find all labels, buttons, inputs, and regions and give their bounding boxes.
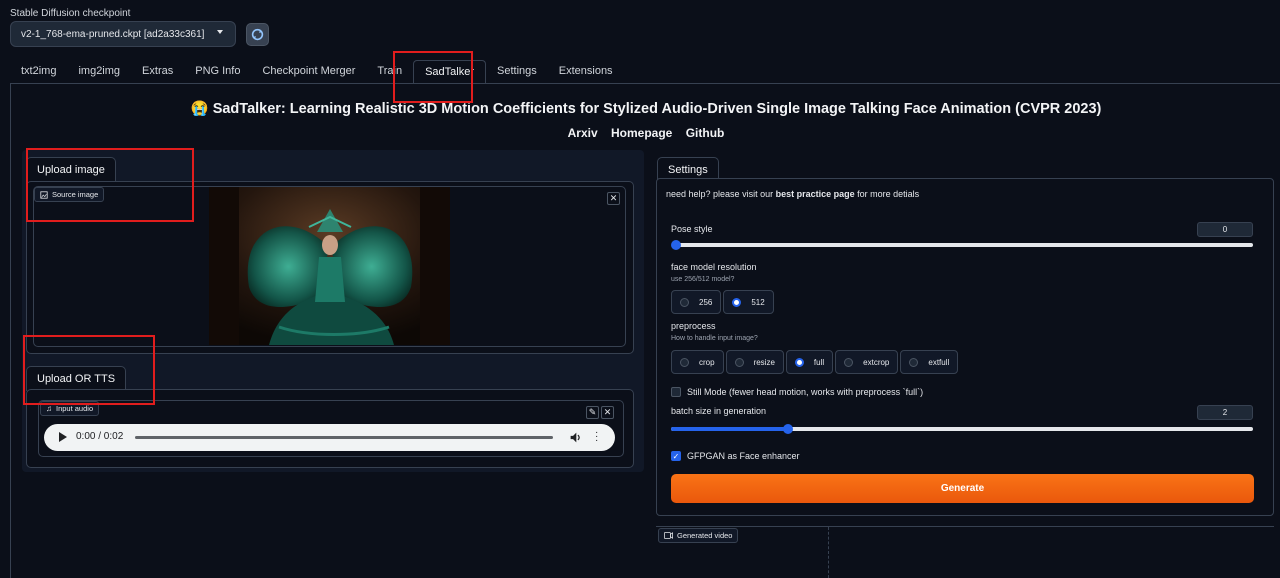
pencil-icon: ✎: [588, 407, 597, 417]
preprocess-hint: How to handle input image?: [671, 335, 758, 342]
preprocess-full-label: full: [813, 357, 825, 367]
face-res-label: face model resolution: [671, 262, 757, 272]
preprocess-crop-label: crop: [699, 357, 715, 367]
header-links: Arxiv Homepage Github: [0, 126, 1280, 140]
preprocess-radio-group: crop resize full extcrop extfull: [671, 350, 959, 374]
best-practice-link[interactable]: best practice page: [776, 189, 855, 199]
generate-button[interactable]: Generate: [671, 474, 1254, 503]
radio-selected-icon: [732, 297, 742, 307]
preprocess-extfull-option[interactable]: extfull: [900, 350, 959, 374]
help-prefix: need help? please visit our: [666, 189, 776, 199]
pose-style-thumb[interactable]: [671, 240, 681, 250]
refresh-checkpoint-button[interactable]: [246, 23, 269, 46]
homepage-link[interactable]: Homepage: [611, 126, 672, 140]
batch-size-thumb[interactable]: [783, 424, 793, 434]
checkpoint-dropdown[interactable]: v2-1_768-ema-pruned.ckpt [ad2a33c361]: [10, 21, 236, 47]
radio-icon: [909, 357, 919, 367]
radio-selected-icon: [794, 357, 804, 367]
tab-txt2img[interactable]: txt2img: [10, 60, 67, 84]
audio-player: 0:00 / 0:02 · · ·: [44, 424, 615, 451]
still-mode-row[interactable]: Still Mode (fewer head motion, works wit…: [671, 387, 923, 397]
help-text: need help? please visit our best practic…: [666, 189, 919, 199]
highlight-sadtalker-tab: [393, 51, 473, 103]
close-icon: ✕: [609, 193, 618, 203]
radio-icon: [844, 357, 854, 367]
gfpgan-label: GFPGAN as Face enhancer: [687, 451, 800, 461]
face-res-hint: use 256/512 model?: [671, 276, 735, 283]
preprocess-crop-option[interactable]: crop: [671, 350, 724, 374]
tab-extras[interactable]: Extras: [131, 60, 184, 84]
face-res-256-label: 256: [699, 297, 713, 307]
radio-icon: [680, 357, 689, 367]
preprocess-extcrop-option[interactable]: extcrop: [835, 350, 899, 374]
preprocess-extfull-label: extfull: [928, 357, 950, 367]
preprocess-extcrop-label: extcrop: [863, 357, 890, 367]
github-link[interactable]: Github: [686, 126, 725, 140]
audio-seek-bar[interactable]: [135, 436, 553, 439]
more-options-icon[interactable]: · · ·: [595, 428, 598, 446]
pose-style-label: Pose style: [671, 224, 713, 234]
tab-checkpoint-merger[interactable]: Checkpoint Merger: [251, 60, 366, 84]
edit-audio-button[interactable]: ✎: [586, 406, 599, 419]
tab-extensions[interactable]: Extensions: [548, 60, 624, 84]
main-tabs: txt2img img2img Extras PNG Info Checkpoi…: [10, 60, 624, 84]
volume-icon[interactable]: [569, 431, 582, 444]
preprocess-label: preprocess: [671, 321, 716, 331]
pose-style-slider[interactable]: [671, 240, 1253, 250]
highlight-upload-tts: [23, 335, 155, 405]
source-image: [209, 187, 450, 345]
generated-video-chip: Generated video: [658, 528, 739, 543]
tab-settings[interactable]: Settings: [486, 60, 548, 84]
chevron-down-icon: [217, 30, 223, 34]
close-icon: ✕: [603, 407, 612, 417]
preprocess-resize-label: resize: [753, 357, 775, 367]
preprocess-full-option[interactable]: full: [785, 350, 834, 374]
face-res-512-option[interactable]: 512: [723, 290, 774, 314]
arxiv-link[interactable]: Arxiv: [568, 126, 598, 140]
batch-size-input[interactable]: 2: [1197, 405, 1253, 420]
highlight-upload-image: [26, 148, 194, 222]
video-icon: [664, 532, 673, 539]
tab-png-info[interactable]: PNG Info: [184, 60, 251, 84]
tab-img2img[interactable]: img2img: [67, 60, 131, 84]
clear-audio-button[interactable]: ✕: [601, 406, 614, 419]
radio-icon: [734, 357, 744, 367]
generated-video-label: Generated video: [677, 531, 733, 540]
preprocess-resize-option[interactable]: resize: [725, 350, 784, 374]
settings-panel: [656, 178, 1274, 516]
checkpoint-value: v2-1_768-ema-pruned.ckpt [ad2a33c361]: [21, 29, 205, 40]
audio-time: 0:00 / 0:02: [76, 431, 124, 442]
checkpoint-label: Stable Diffusion checkpoint: [10, 8, 131, 19]
face-res-radio-group: 256 512: [671, 290, 774, 314]
clear-image-button[interactable]: ✕: [607, 192, 620, 205]
batch-size-slider[interactable]: [671, 424, 1253, 434]
play-icon[interactable]: [59, 432, 67, 442]
batch-size-label: batch size in generation: [671, 406, 767, 416]
refresh-icon: [251, 28, 264, 41]
radio-icon: [680, 297, 689, 307]
page-title: 😭 SadTalker: Learning Realistic 3D Motio…: [190, 101, 1102, 117]
still-mode-checkbox[interactable]: [671, 387, 681, 397]
face-res-256-option[interactable]: 256: [671, 290, 722, 314]
still-mode-label: Still Mode (fewer head motion, works wit…: [687, 387, 924, 397]
help-suffix: for more detials: [854, 189, 920, 199]
check-icon[interactable]: ✓: [671, 451, 681, 461]
batch-size-fill: [671, 427, 787, 431]
face-res-512-label: 512: [751, 297, 765, 307]
pose-style-input[interactable]: 0: [1197, 222, 1253, 237]
gfpgan-row[interactable]: ✓ GFPGAN as Face enhancer: [671, 451, 800, 461]
